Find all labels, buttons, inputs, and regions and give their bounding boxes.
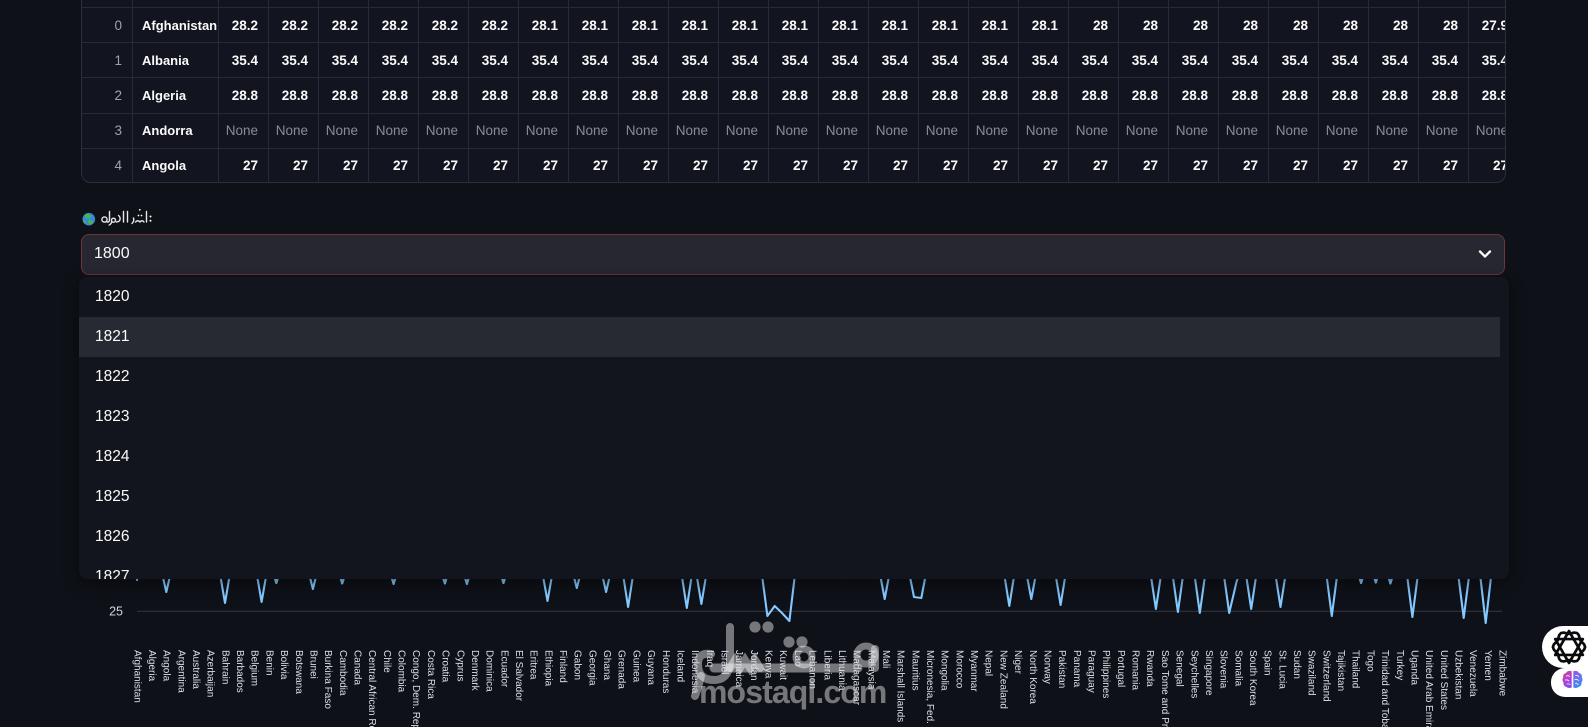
svg-text:Micronesia, Fed. Sts.: Micronesia, Fed. Sts. (924, 650, 935, 727)
svg-text:Angola: Angola (161, 650, 172, 682)
svg-text:Bahrain: Bahrain (219, 650, 230, 684)
svg-text:Senegal: Senegal (1174, 650, 1185, 687)
svg-text:Congo, Dem. Rep.: Congo, Dem. Rep. (410, 650, 421, 727)
svg-text:Iceland: Iceland (675, 650, 686, 682)
svg-text:Australia: Australia (190, 650, 201, 689)
svg-text:Canada: Canada (352, 650, 363, 685)
svg-text:Zimbabwe: Zimbabwe (1497, 650, 1508, 697)
svg-text:Central African Republic: Central African Republic (366, 650, 377, 727)
svg-text:Kenya: Kenya (763, 650, 774, 679)
svg-text:El Salvador: El Salvador (513, 650, 524, 702)
svg-text:Dominica: Dominica (484, 650, 495, 692)
svg-text:Jordan: Jordan (748, 650, 759, 681)
svg-text:Portugal: Portugal (1115, 650, 1126, 687)
svg-text:Benin: Benin (263, 650, 274, 676)
svg-text:Indonesia: Indonesia (689, 650, 700, 694)
svg-text:Madagascar: Madagascar (851, 650, 862, 706)
svg-text:Liberia: Liberia (821, 650, 832, 680)
svg-text:Guinea: Guinea (630, 650, 641, 683)
svg-text:Swaziland: Swaziland (1306, 650, 1317, 696)
svg-text:Iraq: Iraq (704, 650, 715, 667)
svg-text:Finland: Finland (557, 650, 568, 683)
svg-text:Somalia: Somalia (1232, 650, 1243, 687)
svg-text:Ethiopia: Ethiopia (542, 650, 553, 687)
svg-text:Seychelles: Seychelles (1188, 650, 1199, 698)
svg-text:Tajikistan: Tajikistan (1335, 650, 1346, 691)
svg-text:Mauritius: Mauritius (909, 650, 920, 691)
svg-text:Trinidad and Tobago: Trinidad and Tobago (1379, 650, 1390, 727)
svg-text:Grenada: Grenada (616, 650, 627, 689)
svg-text:Brunei: Brunei (308, 650, 319, 679)
svg-text:Botswana: Botswana (293, 650, 304, 694)
svg-text:Nepal: Nepal (983, 650, 994, 676)
svg-text:Morocco: Morocco (953, 650, 964, 689)
svg-text:Kuwait: Kuwait (777, 650, 788, 680)
svg-text:South Korea: South Korea (1247, 650, 1258, 706)
svg-text:Uzbekistan: Uzbekistan (1453, 650, 1464, 699)
svg-text:Honduras: Honduras (660, 650, 671, 693)
svg-text:Malaysia: Malaysia (865, 650, 876, 690)
svg-text:Sudan: Sudan (1291, 650, 1302, 679)
svg-text:Mali: Mali (880, 650, 891, 668)
svg-text:Lao: Lao (792, 650, 803, 667)
svg-text:Slovenia: Slovenia (1218, 650, 1229, 689)
svg-text:Colombia: Colombia (396, 650, 407, 693)
svg-text:Thailand: Thailand (1350, 650, 1361, 688)
svg-text:Chile: Chile (381, 650, 392, 673)
svg-text:Romania: Romania (1130, 650, 1141, 690)
svg-text:Uganda: Uganda (1409, 650, 1420, 685)
svg-text:Ghana: Ghana (601, 650, 612, 680)
svg-text:Yemen: Yemen (1482, 650, 1493, 681)
svg-text:Cambodia: Cambodia (337, 650, 348, 696)
svg-text:Croatia: Croatia (440, 650, 451, 683)
svg-text:Cyprus: Cyprus (454, 650, 465, 682)
svg-text:Denmark: Denmark (469, 650, 480, 692)
svg-text:Myanmar: Myanmar (968, 650, 979, 692)
svg-text:Argentina: Argentina (175, 650, 186, 693)
svg-text:Gabon: Gabon (572, 650, 583, 680)
svg-text:Afghanistan: Afghanistan (131, 650, 142, 703)
svg-text:Spain: Spain (1262, 650, 1273, 676)
svg-text:Philippines: Philippines (1100, 650, 1111, 698)
svg-text:Ecuador: Ecuador (498, 650, 509, 688)
svg-text:St. Lucia: St. Lucia (1276, 650, 1287, 689)
svg-text:Georgia: Georgia (586, 650, 597, 686)
svg-text:Belgium: Belgium (249, 650, 260, 686)
svg-text:Eritrea: Eritrea (528, 650, 539, 680)
svg-text:Jamaica: Jamaica (733, 650, 744, 688)
svg-text:Niger: Niger (1012, 650, 1023, 675)
svg-text:Algeria: Algeria (146, 650, 157, 682)
svg-text:Barbados: Barbados (234, 650, 245, 693)
svg-text:Rwanda: Rwanda (1144, 650, 1155, 687)
svg-text:Togo: Togo (1364, 650, 1375, 672)
svg-text:United States: United States (1438, 650, 1449, 710)
svg-text:Turkey: Turkey (1394, 650, 1405, 680)
svg-text:Lebanon: Lebanon (807, 650, 818, 689)
svg-text:Pakistan: Pakistan (1056, 650, 1067, 688)
svg-text:Mongolia: Mongolia (939, 650, 950, 691)
svg-text:Burkina Faso: Burkina Faso (322, 650, 333, 709)
svg-text:Lithuania: Lithuania (836, 650, 847, 691)
svg-text:Switzerland: Switzerland (1320, 650, 1331, 702)
svg-text:Guyana: Guyana (645, 650, 656, 685)
svg-text:Paraguay: Paraguay (1086, 650, 1097, 693)
svg-text:Singapore: Singapore (1203, 650, 1214, 696)
svg-text:Panama: Panama (1071, 650, 1082, 688)
svg-text:Marshall Islands: Marshall Islands (895, 650, 906, 722)
svg-text:Norway: Norway (1042, 650, 1053, 684)
svg-text:Israel: Israel (719, 650, 730, 674)
svg-text:Sao Tome and Principe: Sao Tome and Principe (1159, 650, 1170, 727)
svg-text:United Arab Emirates: United Arab Emirates (1423, 650, 1434, 727)
svg-text:Azerbaijan: Azerbaijan (205, 650, 216, 697)
svg-text:North Korea: North Korea (1027, 650, 1038, 704)
svg-text:Bolivia: Bolivia (278, 650, 289, 680)
svg-text:25: 25 (109, 605, 123, 619)
svg-text:Costa Rica: Costa Rica (425, 650, 436, 699)
svg-text:Venezuela: Venezuela (1467, 650, 1478, 697)
svg-text:New Zealand: New Zealand (997, 650, 1008, 709)
